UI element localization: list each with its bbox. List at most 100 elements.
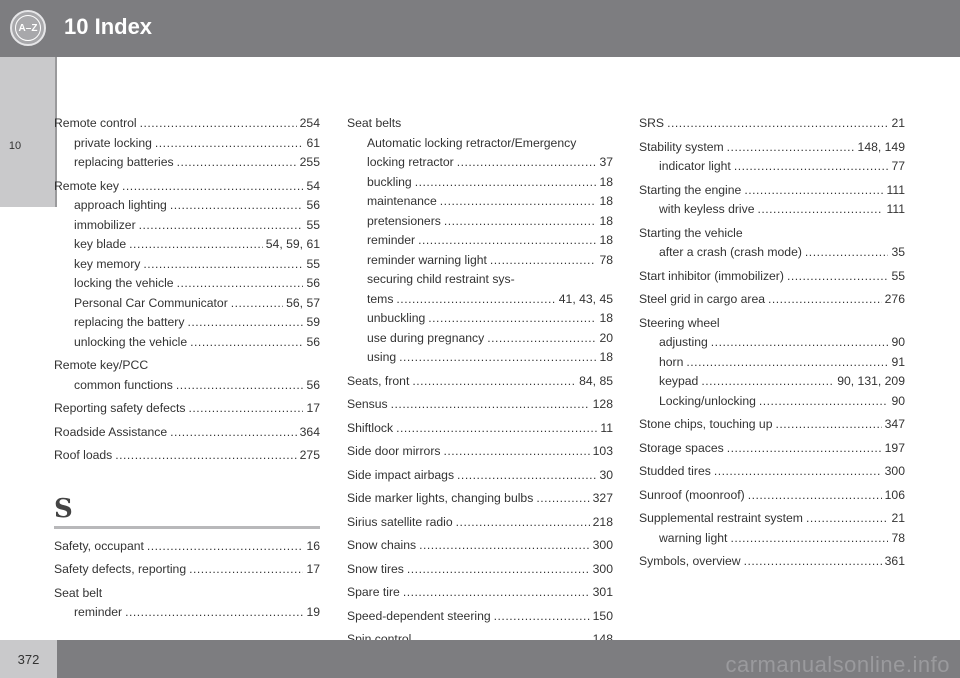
- index-subentry: buckling 18: [347, 173, 613, 193]
- dot-leader: [686, 353, 888, 373]
- dot-leader: [457, 466, 596, 486]
- entry-text: Remote key: [54, 178, 120, 193]
- index-entry-heading: Sunroof (moonroof) 106: [639, 486, 905, 506]
- index-entry-heading: Reporting safety defects 17: [54, 399, 320, 419]
- page-reference: 18: [599, 350, 613, 364]
- entry-text: Studded tires: [639, 464, 711, 478]
- entry-text: reminder: [367, 233, 416, 247]
- page-reference: 56: [306, 276, 320, 290]
- page-reference: 16: [306, 538, 320, 553]
- dot-leader: [140, 114, 297, 134]
- page-reference: 55: [306, 217, 320, 232]
- entry-text: private locking: [74, 135, 152, 150]
- dot-leader: [444, 212, 597, 232]
- entry-text: Safety defects, reporting: [54, 562, 187, 576]
- entry-text: Roadside Assistance: [54, 424, 168, 439]
- page-reference: 30: [599, 467, 613, 482]
- dot-leader: [456, 513, 590, 533]
- index-entry-heading: Storage spaces 197: [639, 439, 905, 459]
- page-reference: 111: [886, 182, 905, 197]
- index-entry-heading: Sirius satellite radio 218: [347, 513, 613, 533]
- index-subentry: with keyless drive 111: [639, 200, 905, 220]
- page-reference: 18: [599, 174, 613, 189]
- dot-leader: [806, 509, 889, 529]
- index-entry: Snow chains 300: [347, 536, 613, 556]
- page-reference: 197: [884, 440, 905, 455]
- dot-leader: [396, 290, 555, 310]
- entry-text: unbuckling: [367, 311, 426, 325]
- index-entry: Snow tires 300: [347, 560, 613, 580]
- index-entry-heading: Side marker lights, changing bulbs 327: [347, 489, 613, 509]
- dot-leader: [190, 333, 303, 353]
- index-entry: Steel grid in cargo area 276: [639, 290, 905, 310]
- entry-text: Stone chips, touching up: [639, 417, 773, 431]
- dot-leader: [536, 489, 589, 509]
- index-entry: Reporting safety defects 17: [54, 399, 320, 419]
- page-title: 10 Index: [64, 14, 153, 39]
- index-entry-heading: Steering wheel: [639, 314, 905, 334]
- entry-text: indicator light: [659, 159, 731, 173]
- dot-leader: [418, 231, 596, 251]
- page-reference: 78: [599, 252, 613, 267]
- dot-leader: [412, 372, 576, 392]
- index-subentry: unlocking the vehicle 56: [54, 333, 320, 353]
- page-reference: 300: [592, 561, 613, 576]
- page-reference: 37: [599, 155, 613, 169]
- page-reference: 18: [599, 311, 613, 325]
- entry-text: Sunroof (moonroof): [639, 487, 745, 502]
- entry-text: using: [367, 350, 397, 364]
- entry-text: Start inhibitor (immobilizer): [639, 268, 784, 283]
- entry-text: warning light: [659, 530, 728, 545]
- page-reference: 300: [592, 538, 613, 552]
- page-reference: 91: [891, 354, 905, 369]
- index-entry-heading: Starting the vehicle: [639, 224, 905, 244]
- index-subentry: common functions 56: [54, 376, 320, 396]
- dot-leader: [487, 329, 596, 349]
- page-reference: 301: [592, 585, 613, 599]
- index-subentry: warning light 78: [639, 529, 905, 549]
- entry-text: Locking/unlocking: [659, 393, 756, 408]
- index-entry-heading: Side impact airbags 30: [347, 466, 613, 486]
- index-entry: Starting the vehicle after a crash (crash…: [639, 224, 905, 263]
- index-entry-heading: Speed-dependent steering 150: [347, 607, 613, 627]
- index-entry: Starting the engine111with keyless drive…: [639, 181, 905, 220]
- dot-leader: [744, 552, 882, 572]
- entry-text: use during pregnancy: [367, 330, 485, 345]
- index-entry-heading: Snow tires 300: [347, 560, 613, 580]
- entry-text: reminder warning light: [367, 252, 487, 267]
- dot-leader: [748, 486, 882, 506]
- page-reference: 218: [592, 514, 613, 529]
- dot-leader: [415, 173, 597, 193]
- page-reference: 150: [592, 608, 613, 623]
- index-entry-heading: Sensus 128: [347, 395, 613, 415]
- dot-leader: [407, 560, 590, 580]
- page-reference: 275: [299, 448, 320, 462]
- index-subentry: horn 91: [639, 353, 905, 373]
- index-entry: Seat belts Automatic locking retractor/Em…: [347, 114, 613, 368]
- dot-leader: [399, 348, 596, 368]
- index-entry: Seats, front 84, 85: [347, 372, 613, 392]
- dot-leader: [125, 603, 303, 623]
- page-reference: 56, 57: [286, 295, 320, 310]
- page-reference: 35: [891, 245, 905, 259]
- page-number: 372: [17, 652, 40, 667]
- dot-leader: [727, 439, 882, 459]
- entry-text: Steering wheel: [639, 315, 720, 330]
- dot-leader: [730, 529, 888, 549]
- index-subentry: reminder 18: [347, 231, 613, 251]
- watermark: carmanualsonline.info: [725, 652, 950, 677]
- index-entry: Sensus 128: [347, 395, 613, 415]
- entry-text: SRS: [639, 116, 665, 130]
- index-subentry: maintenance 18: [347, 192, 613, 212]
- index-column-2: Seat belts Automatic locking retractor/Em…: [347, 114, 613, 654]
- dot-leader: [115, 446, 296, 466]
- dot-leader: [170, 196, 304, 216]
- index-entry: Stability system 148, 149 indicator light 7…: [639, 138, 905, 177]
- dot-leader: [170, 423, 297, 443]
- index-subentry: approach lighting 56: [54, 196, 320, 216]
- entry-text: Reporting safety defects: [54, 401, 186, 415]
- dot-leader: [443, 442, 589, 462]
- index-entry: Remote control 254 private locking 61 replac…: [54, 114, 320, 173]
- index-subentry: immobilizer 55: [54, 216, 320, 236]
- entry-text: Personal Car Communicator: [74, 295, 228, 310]
